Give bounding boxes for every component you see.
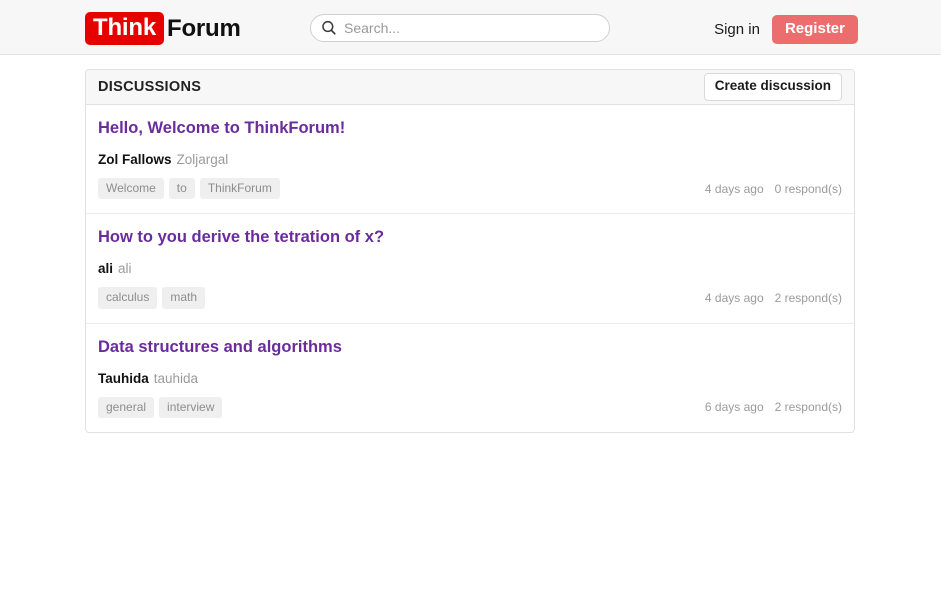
discussion-footer: calculus math 4 days ago 2 respond(s): [98, 287, 842, 309]
nav-actions: Sign in Register: [714, 15, 858, 44]
discussion-timestamp: 4 days ago: [704, 181, 764, 196]
discussion-author-name: Tauhida: [98, 370, 149, 386]
discussion-row[interactable]: Hello, Welcome to ThinkForum! Zol Fallow…: [86, 105, 854, 215]
search-icon: [322, 20, 336, 35]
tag-chip[interactable]: interview: [159, 396, 223, 419]
discussion-author-name: Zol Fallows: [98, 151, 172, 167]
tag-chip[interactable]: ThinkForum: [199, 177, 280, 200]
discussion-meta: 4 days ago 2 respond(s): [705, 291, 842, 305]
discussion-author-line: Tauhida tauhida: [98, 369, 842, 388]
discussion-row[interactable]: Data structures and algorithms Tauhida ta…: [86, 324, 854, 432]
page-content: DISCUSSIONS Create discussion Hello, Wel…: [0, 55, 941, 434]
discussion-respond-count: 2 respond(s): [774, 291, 842, 306]
discussion-author-line: Zol Fallows Zoljargal: [98, 150, 842, 169]
page-title: DISCUSSIONS: [98, 79, 202, 95]
create-discussion-button[interactable]: Create discussion: [703, 73, 842, 101]
discussion-author-line: ali ali: [98, 259, 842, 278]
brand-mark-think: Think: [85, 12, 164, 45]
discussion-timestamp: 6 days ago: [704, 400, 764, 415]
discussion-author-username: Zoljargal: [176, 151, 229, 167]
register-button[interactable]: Register: [771, 15, 858, 44]
discussion-timestamp: 4 days ago: [704, 291, 764, 306]
search-box[interactable]: [310, 14, 610, 42]
discussion-tags: general interview: [98, 396, 223, 419]
tag-chip[interactable]: calculus: [98, 287, 158, 309]
discussion-author-username: ali: [118, 261, 132, 277]
discussion-footer: general interview 6 days ago 2 respond(s…: [98, 396, 842, 419]
discussion-tags: calculus math: [98, 287, 206, 309]
search-input[interactable]: [342, 16, 609, 40]
sign-in-link[interactable]: Sign in: [714, 17, 760, 43]
discussion-footer: Welcome to ThinkForum 4 days ago 0 respo…: [98, 177, 842, 200]
discussion-title-link[interactable]: Data structures and algorithms: [98, 338, 342, 358]
discussion-meta: 6 days ago 2 respond(s): [705, 400, 842, 414]
discussion-row[interactable]: How to you derive the tetration of x? al…: [86, 214, 854, 324]
discussion-respond-count: 0 respond(s): [774, 181, 842, 196]
discussion-author-username: tauhida: [153, 370, 199, 386]
tag-chip[interactable]: general: [98, 396, 155, 419]
discussion-meta: 4 days ago 0 respond(s): [705, 182, 842, 196]
brand-logo[interactable]: Think Forum: [85, 12, 241, 45]
discussion-title-link[interactable]: Hello, Welcome to ThinkForum!: [98, 119, 345, 139]
top-navbar: Think Forum Sign in Register: [0, 0, 941, 55]
discussions-card: DISCUSSIONS Create discussion Hello, Wel…: [85, 69, 855, 434]
brand-text-forum: Forum: [167, 14, 241, 42]
discussion-tags: Welcome to ThinkForum: [98, 177, 280, 200]
discussion-respond-count: 2 respond(s): [774, 400, 842, 415]
tag-chip[interactable]: math: [162, 287, 206, 309]
discussion-title-link[interactable]: How to you derive the tetration of x?: [98, 228, 384, 248]
discussion-author-name: ali: [98, 261, 114, 277]
discussions-card-header: DISCUSSIONS Create discussion: [86, 70, 854, 105]
tag-chip[interactable]: to: [168, 177, 195, 200]
tag-chip[interactable]: Welcome: [98, 177, 164, 200]
